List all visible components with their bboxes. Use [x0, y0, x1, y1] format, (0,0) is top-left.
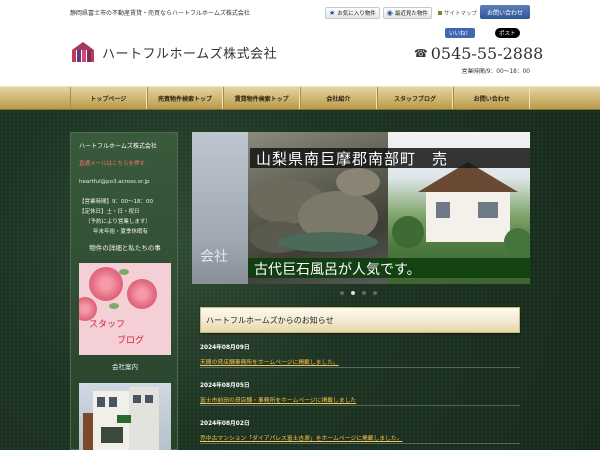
staff-blog-text-line1: スタッフ: [89, 320, 126, 330]
sidebar-closed-note: （予約により営業します）: [85, 219, 151, 225]
news-item: 2024年08月09日 天間の貸店舗事務所をホームページに掲載しました。: [200, 342, 520, 368]
nav-item-top[interactable]: トップページ: [70, 87, 147, 109]
house-logo-icon: [70, 40, 96, 64]
slider-dot-2[interactable]: [351, 291, 355, 295]
nav-item-company[interactable]: 会社紹介: [300, 87, 377, 109]
sidebar: ハートフルホームズ株式会社 直通メールはこちらを押す heartful@po3.…: [70, 132, 178, 450]
leaf-image: [119, 269, 129, 275]
main-nav: トップページ 売買物件検索トップ 賃貸物件検索トップ 会社紹介 スタッフブログ …: [0, 86, 600, 110]
sidebar-closed-days: 【定休日】土・日・祝日: [79, 209, 140, 215]
rose-image: [89, 267, 123, 301]
email-address[interactable]: heartful@po3.across.or.jp: [79, 179, 149, 185]
staff-blog-text-line2: ブログ: [117, 336, 145, 346]
contact-button[interactable]: お問い合わせ: [480, 5, 530, 19]
nav-item-contact[interactable]: お問い合わせ: [453, 87, 531, 109]
hero-slider[interactable]: 会社 山梨県南巨摩郡南部町 売 古代巨石風呂が人気です。: [192, 132, 530, 284]
x-post-button[interactable]: ポスト: [495, 28, 520, 38]
favorites-label: お気に入り物件: [337, 11, 376, 17]
news-date: 2024年08月02日: [200, 421, 250, 427]
phone-number[interactable]: ☎ 0545-55-2888: [414, 44, 543, 63]
leaf-image: [109, 303, 119, 309]
site-tagline: 静岡県富士市の不動産賃貸・売買ならハートフルホームズ株式会社: [70, 10, 250, 17]
news-heading-box: ハートフルホームズからのお知らせ: [200, 307, 520, 333]
news-heading: ハートフルホームズからのお知らせ: [206, 315, 334, 325]
square-bullet-icon: [438, 11, 442, 15]
top-buttons: ★ お気に入り物件 ◉ 最近見た物件: [325, 7, 432, 19]
rose-image: [127, 279, 157, 309]
slider-dot-3[interactable]: [362, 291, 366, 295]
slide-caption: 古代巨石風呂が人気です。: [254, 262, 421, 278]
nav-item-sale-search[interactable]: 売買物件検索トップ: [146, 87, 224, 109]
nav-item-rent-search[interactable]: 賃貸物件検索トップ: [223, 87, 301, 109]
slide-prev-text: 会社: [200, 249, 228, 265]
slider-dot-1[interactable]: [340, 291, 344, 295]
sidebar-holiday-note: 年末年始・夏季休暇有: [93, 229, 149, 235]
slider-pagination: [340, 291, 377, 295]
sidebar-details-heading: 物件の詳細と私たちの事: [89, 244, 161, 252]
social-buttons: いいね！ ポスト: [445, 28, 520, 38]
company-name: ハートフルホームズ株式会社: [102, 46, 278, 62]
sidebar-company-name: ハートフルホームズ株式会社: [79, 143, 157, 150]
star-icon: ★: [329, 8, 336, 17]
eye-icon: ◉: [386, 8, 393, 17]
facebook-like-button[interactable]: いいね！: [445, 28, 476, 38]
news-list: 2024年08月09日 天間の貸店舗事務所をホームページに掲載しました。 202…: [200, 342, 520, 450]
news-link[interactable]: 天間の貸店舗事務所をホームページに掲載しました。: [200, 357, 520, 366]
news-item: 2024年08月05日 富士市前田の貸店舗・事務所をホームページに掲載しました: [200, 380, 520, 406]
business-hours: 営業時間/9：00～18：00: [461, 69, 530, 75]
news-date: 2024年08月09日: [200, 345, 250, 351]
slider-dot-4[interactable]: [373, 291, 377, 295]
sitemap-label: サイトマップ: [444, 11, 478, 17]
phone-text: 0545-55-2888: [430, 44, 544, 63]
sidebar-hours: 【営業時間】9：00～18：00: [79, 199, 153, 205]
sitemap-link[interactable]: サイトマップ: [438, 9, 477, 17]
news-date: 2024年08月05日: [200, 383, 250, 389]
news-item: 2024年08月02日 売中古マンション「ダイアパレス富士吉原」をホームページに…: [200, 418, 520, 444]
recent-button[interactable]: ◉ 最近見た物件: [382, 7, 432, 19]
office-photo[interactable]: [79, 383, 171, 450]
direct-mail-link[interactable]: 直通メールはこちらを押す: [79, 159, 145, 167]
company-intro-heading[interactable]: 会社案内: [71, 361, 179, 371]
site-logo[interactable]: ハートフルホームズ株式会社: [70, 40, 277, 64]
news-link[interactable]: 富士市前田の貸店舗・事務所をホームページに掲載しました: [200, 395, 520, 404]
slide-title: 山梨県南巨摩郡南部町 売: [256, 150, 449, 168]
staff-blog-banner[interactable]: スタッフ ブログ: [79, 263, 171, 355]
news-link[interactable]: 売中古マンション「ダイアパレス富士吉原」をホームページに掲載しました。: [200, 433, 520, 442]
recent-label: 最近見た物件: [394, 11, 428, 17]
favorites-button[interactable]: ★ お気に入り物件: [325, 7, 380, 19]
phone-icon: ☎: [414, 47, 428, 60]
nav-item-staff-blog[interactable]: スタッフブログ: [376, 87, 454, 109]
